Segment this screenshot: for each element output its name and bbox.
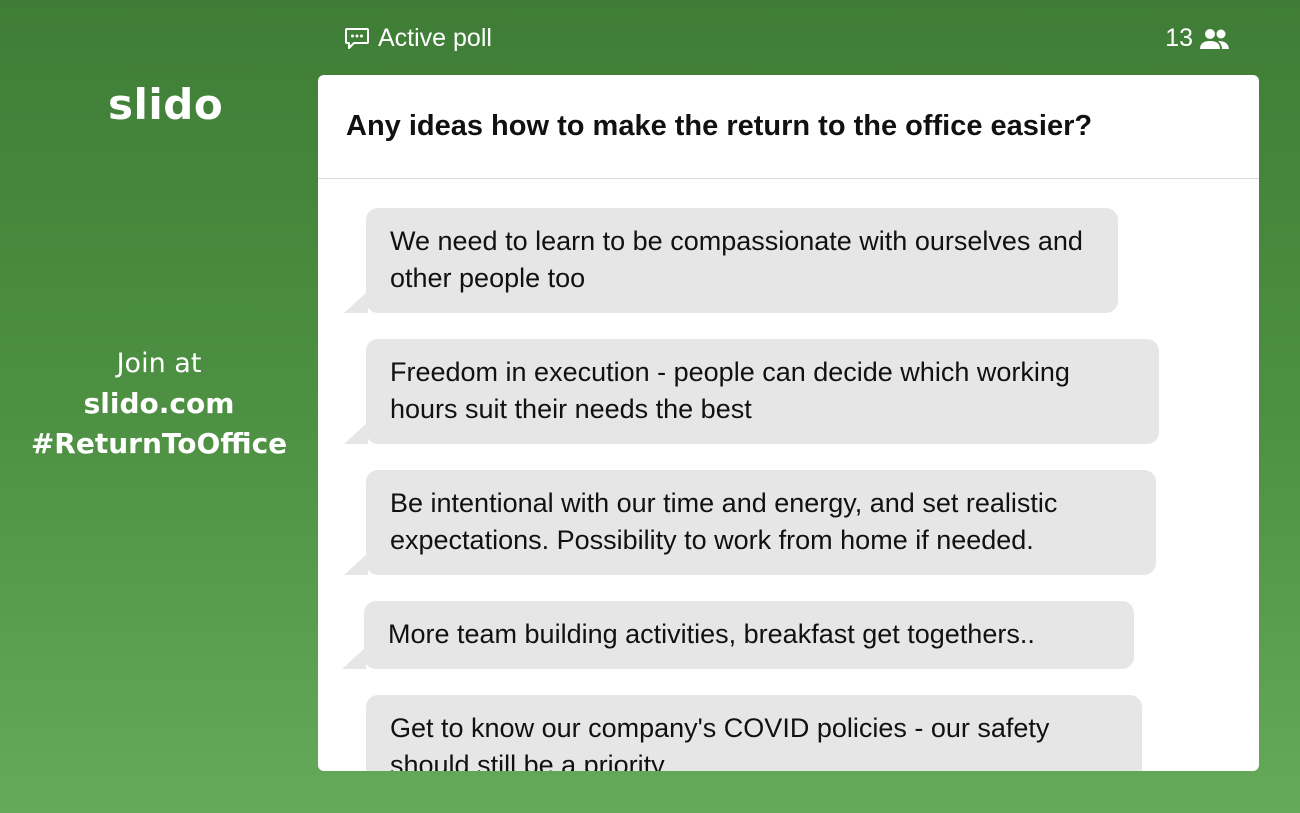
active-poll-label: Active poll <box>378 24 492 52</box>
answer-bubble: Freedom in execution - people can decide… <box>344 339 1159 444</box>
slido-logo: slido <box>108 80 224 129</box>
answer-bubble: Be intentional with our time and energy,… <box>344 470 1156 575</box>
event-code: #ReturnToOffice <box>30 427 288 460</box>
answer-bubble: We need to learn to be compassionate wit… <box>344 208 1118 313</box>
poll-question: Any ideas how to make the return to the … <box>318 75 1259 179</box>
answer-bubble: Get to know our company's COVID policies… <box>366 695 1142 771</box>
chat-bubble-icon <box>345 27 369 49</box>
poll-topbar: Active poll 13 <box>318 20 1259 60</box>
active-poll-status: Active poll <box>344 24 492 53</box>
participant-count: 13 <box>1165 24 1231 53</box>
poll-card: Any ideas how to make the return to the … <box>318 75 1259 771</box>
people-icon <box>1200 28 1229 49</box>
join-label: Join at <box>116 348 202 379</box>
join-url: slido.com <box>83 387 235 420</box>
participant-count-value: 13 <box>1165 24 1193 52</box>
join-info: Join at slido.com #ReturnToOffice <box>0 344 318 464</box>
answer-bubble: More team building activities, breakfast… <box>342 601 1134 669</box>
